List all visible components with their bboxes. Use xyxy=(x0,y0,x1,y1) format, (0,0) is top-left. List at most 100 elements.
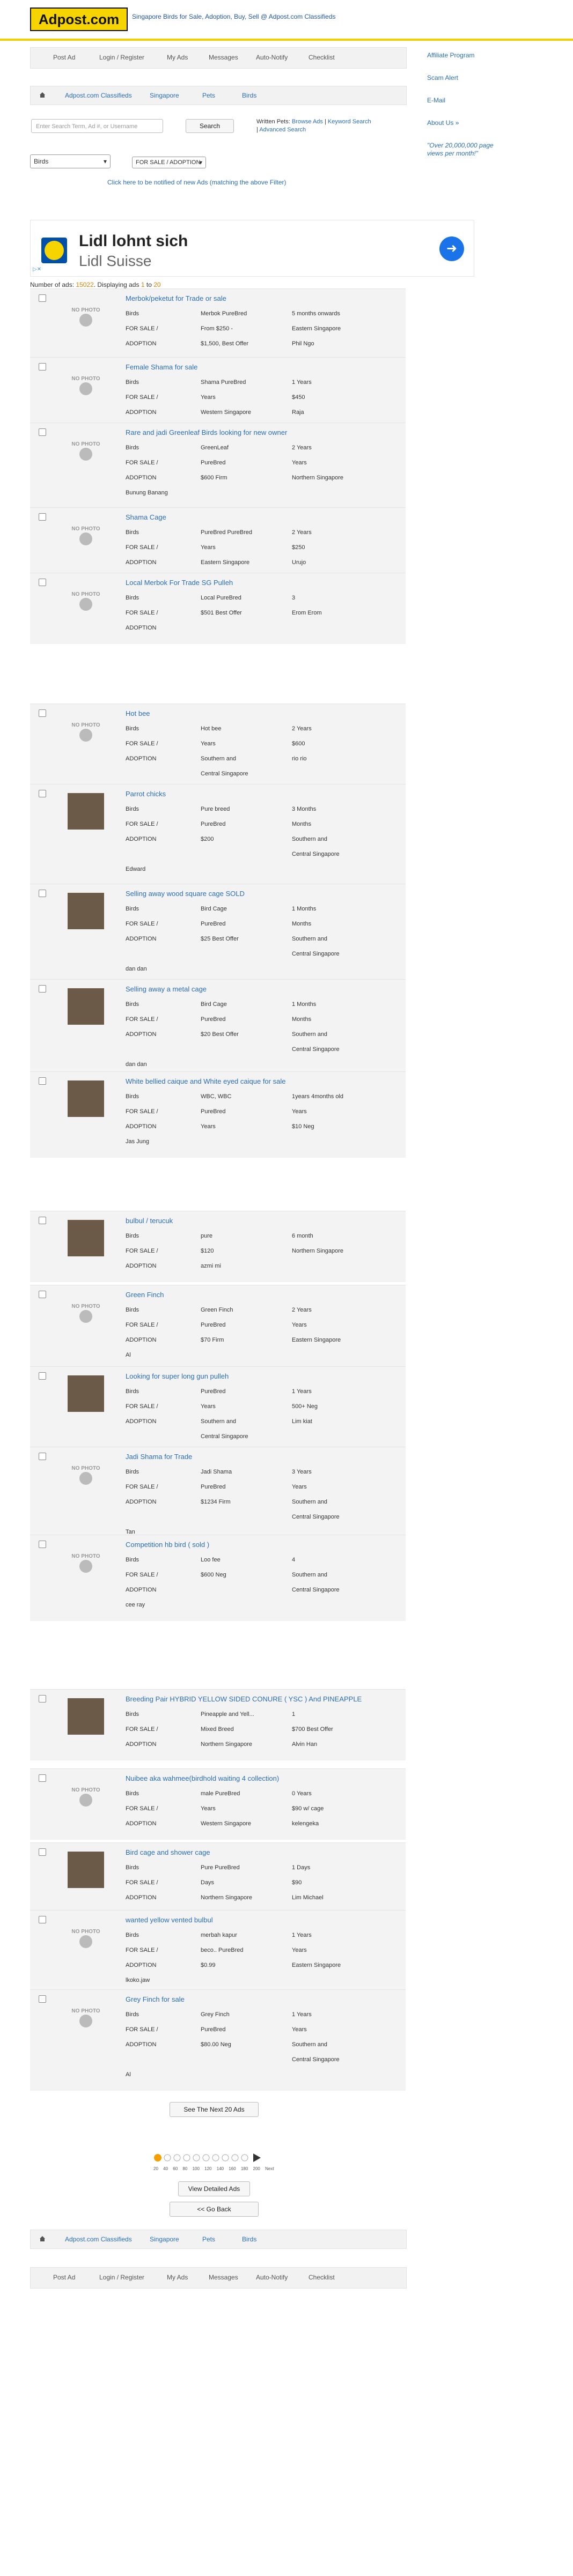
no-photo-placeholder[interactable]: NO PHOTO xyxy=(68,1998,104,2035)
listing-card[interactable]: NO PHOTO Local Merbok For Trade SG Pulleh… xyxy=(30,573,406,644)
no-photo-placeholder[interactable]: NO PHOTO xyxy=(68,298,104,334)
listing-card[interactable]: NO PHOTO Shama Cage Birds PureBred PureBred… xyxy=(30,507,406,579)
nav-post-ad[interactable]: Post Ad xyxy=(53,54,75,61)
listing-title[interactable]: bulbul / terucuk xyxy=(126,1217,173,1225)
no-photo-placeholder[interactable]: NO PHOTO xyxy=(68,366,104,403)
listing-checkbox[interactable] xyxy=(39,1291,46,1298)
no-photo-placeholder[interactable]: NO PHOTO xyxy=(68,1294,104,1330)
listing-card[interactable]: NO PHOTO Competition hb bird ( sold ) Bird… xyxy=(30,1535,406,1621)
breadcrumb-pets[interactable]: Pets xyxy=(202,2236,215,2243)
listing-card[interactable]: NO PHOTO Grey Finch for sale Birds Grey Fin… xyxy=(30,1989,406,2091)
listing-title[interactable]: Green Finch xyxy=(126,1291,164,1299)
listing-checkbox[interactable] xyxy=(39,1453,46,1460)
listing-checkbox[interactable] xyxy=(39,985,46,993)
listing-photo[interactable] xyxy=(68,1375,104,1412)
listing-title[interactable]: White bellied caique and White eyed caiq… xyxy=(126,1077,285,1085)
listing-title[interactable]: Competition hb bird ( sold ) xyxy=(126,1541,209,1549)
ad-banner[interactable]: Lidl lohnt sich Lidl Suisse ➜ ▷✕ xyxy=(30,220,474,277)
listing-photo[interactable] xyxy=(68,1698,104,1735)
listing-card[interactable]: Parrot chicks Birds Pure breed 3 Months FOR … xyxy=(30,784,406,885)
nav-checklist[interactable]: Checklist xyxy=(308,2274,335,2281)
breadcrumb-classifieds[interactable]: Adpost.com Classifieds xyxy=(65,92,132,99)
nav-checklist[interactable]: Checklist xyxy=(308,54,335,61)
listing-card[interactable]: Breeding Pair HYBRID YELLOW SIDED CONURE… xyxy=(30,1689,406,1760)
browse-ads-link[interactable]: Browse Ads xyxy=(292,119,323,125)
listing-checkbox[interactable] xyxy=(39,1372,46,1380)
listing-card[interactable]: NO PHOTO Jadi Shama for Trade Birds Jadi Sh… xyxy=(30,1447,406,1548)
listing-card[interactable]: NO PHOTO Merbok/peketut for Trade or sale… xyxy=(30,288,406,360)
view-detailed-button[interactable]: View Detailed Ads xyxy=(178,2181,250,2196)
breadcrumb-singapore[interactable]: Singapore xyxy=(150,2236,179,2243)
nav-my-ads[interactable]: My Ads xyxy=(167,2274,188,2281)
breadcrumb-pets[interactable]: Pets xyxy=(202,92,215,99)
listing-photo[interactable] xyxy=(68,988,104,1025)
nav-auto-notify[interactable]: Auto-Notify xyxy=(256,2274,288,2281)
listing-card[interactable]: NO PHOTO Hot bee Birds Hot bee 2 Years FOR SA… xyxy=(30,704,406,790)
listing-checkbox[interactable] xyxy=(39,1541,46,1548)
no-photo-placeholder[interactable]: NO PHOTO xyxy=(68,1456,104,1492)
no-photo-placeholder[interactable]: NO PHOTO xyxy=(68,713,104,749)
type-select[interactable]: FOR SALE / ADOPTION xyxy=(132,157,206,168)
nav-auto-notify[interactable]: Auto-Notify xyxy=(256,54,288,61)
listing-title[interactable]: Selling away a metal cage xyxy=(126,985,207,993)
listing-checkbox[interactable] xyxy=(39,1848,46,1856)
listing-photo[interactable] xyxy=(68,1080,104,1117)
listing-checkbox[interactable] xyxy=(39,1995,46,2003)
home-icon[interactable] xyxy=(39,92,46,98)
breadcrumb-birds[interactable]: Birds xyxy=(242,2236,256,2243)
directions-icon[interactable]: ➜ xyxy=(439,236,464,261)
listing-photo[interactable] xyxy=(68,1852,104,1888)
ad-choices-icon[interactable]: ▷✕ xyxy=(33,267,41,272)
advanced-search-link[interactable]: Advanced Search xyxy=(259,127,306,133)
listing-title[interactable]: Parrot chicks xyxy=(126,790,166,798)
nav-login[interactable]: Login / Register xyxy=(99,54,144,61)
listing-title[interactable]: Female Shama for sale xyxy=(126,363,197,371)
keyword-search-link[interactable]: Keyword Search xyxy=(328,119,371,125)
listing-checkbox[interactable] xyxy=(39,790,46,797)
listing-card[interactable]: Bird cage and shower cage Birds Pure PureB… xyxy=(30,1842,406,1914)
no-photo-placeholder[interactable]: NO PHOTO xyxy=(68,1778,104,1814)
listing-title[interactable]: Nuibee aka wahmee(birdhold waiting 4 col… xyxy=(126,1774,279,1782)
listing-title[interactable]: Hot bee xyxy=(126,709,150,717)
pagination-icons[interactable] xyxy=(153,2150,282,2175)
no-photo-placeholder[interactable]: NO PHOTO xyxy=(68,1544,104,1580)
listing-card[interactable]: NO PHOTO Nuibee aka wahmee(birdhold waiti… xyxy=(30,1768,406,1840)
listing-photo[interactable] xyxy=(68,893,104,929)
listing-title[interactable]: wanted yellow vented bulbul xyxy=(126,1916,213,1924)
listing-title[interactable]: Shama Cage xyxy=(126,513,166,521)
sidebar-email[interactable]: E-Mail xyxy=(427,97,445,104)
listing-checkbox[interactable] xyxy=(39,1774,46,1782)
listing-checkbox[interactable] xyxy=(39,1695,46,1702)
listing-title[interactable]: Jadi Shama for Trade xyxy=(126,1453,192,1461)
listing-title[interactable]: Local Merbok For Trade SG Pulleh xyxy=(126,579,233,587)
go-back-button[interactable]: << Go Back xyxy=(170,2202,259,2217)
listing-card[interactable]: Selling away a metal cage Birds Bird Cage 1… xyxy=(30,979,406,1080)
next-20-button[interactable]: See The Next 20 Ads xyxy=(170,2102,259,2117)
no-photo-placeholder[interactable]: NO PHOTO xyxy=(68,516,104,553)
search-input[interactable]: Enter Search Term, Ad #, or Username xyxy=(31,119,163,133)
no-photo-placeholder[interactable]: NO PHOTO xyxy=(68,1919,104,1956)
listing-checkbox[interactable] xyxy=(39,363,46,371)
search-button[interactable]: Search xyxy=(186,119,234,133)
listing-title[interactable]: Breeding Pair HYBRID YELLOW SIDED CONURE… xyxy=(126,1695,362,1703)
nav-messages[interactable]: Messages xyxy=(209,54,238,61)
sidebar-affiliate[interactable]: Affiliate Program xyxy=(427,51,474,59)
listing-title[interactable]: Looking for super long gun pulleh xyxy=(126,1372,229,1380)
listing-checkbox[interactable] xyxy=(39,1217,46,1224)
listing-title[interactable]: Bird cage and shower cage xyxy=(126,1848,210,1856)
listing-title[interactable]: Merbok/peketut for Trade or sale xyxy=(126,294,226,302)
listing-checkbox[interactable] xyxy=(39,294,46,302)
listing-checkbox[interactable] xyxy=(39,1077,46,1085)
notify-link[interactable]: Click here to be notified of new Ads (ma… xyxy=(107,179,286,186)
listing-checkbox[interactable] xyxy=(39,513,46,521)
no-photo-placeholder[interactable]: NO PHOTO xyxy=(68,432,104,468)
listing-card[interactable]: bulbul / terucuk Birds pure 6 month FOR SALE… xyxy=(30,1211,406,1282)
listing-title[interactable]: Selling away wood square cage SOLD xyxy=(126,890,245,898)
logo[interactable]: Adpost.com xyxy=(30,8,128,31)
listing-checkbox[interactable] xyxy=(39,579,46,586)
category-select[interactable]: Birds xyxy=(30,154,111,168)
breadcrumb-singapore[interactable]: Singapore xyxy=(150,92,179,99)
nav-my-ads[interactable]: My Ads xyxy=(167,54,188,61)
listing-card[interactable]: White bellied caique and White eyed caiq… xyxy=(30,1071,406,1158)
listing-card[interactable]: Selling away wood square cage SOLD Birds B… xyxy=(30,884,406,985)
